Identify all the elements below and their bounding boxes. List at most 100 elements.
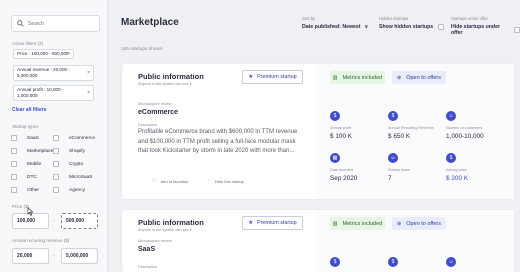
- dollar-icon: $: [330, 111, 340, 121]
- type-checkbox-mobile[interactable]: Mobile: [11, 161, 41, 167]
- premium-label: Premium startup: [257, 74, 297, 80]
- checkbox[interactable]: [11, 187, 17, 193]
- startup-card[interactable]: Public information Anyone in the system …: [122, 64, 514, 199]
- premium-startup-button[interactable]: ★ Premium startup: [242, 70, 303, 84]
- active-filters-label: Active filters (3): [12, 41, 44, 46]
- close-icon[interactable]: ×: [67, 51, 70, 57]
- premium-label: Premium startup: [257, 220, 297, 226]
- arr-label: Annual recurring revenue ($): [12, 238, 70, 243]
- premium-startup-button[interactable]: ★ Premium startup: [242, 216, 303, 230]
- chart-icon: ▥: [332, 74, 338, 81]
- hide-under-offer-toggle[interactable]: Hide startups under offer: [451, 24, 520, 36]
- sort-select[interactable]: Date published: Newest ∨: [302, 24, 368, 30]
- dollar-icon: $: [388, 111, 398, 121]
- checkbox[interactable]: [53, 148, 59, 154]
- main-content: Marketplace Sort by Date published: Newe…: [108, 0, 520, 272]
- open-to-offers-badge: ⊕ Open to offers: [392, 217, 446, 230]
- close-icon[interactable]: ×: [87, 90, 90, 96]
- dollar-icon: $: [446, 153, 456, 163]
- price-max-input[interactable]: 500,000: [61, 213, 98, 229]
- metric-label: Annual profit: [330, 126, 352, 130]
- metrics-panel: ▥ Metrics included ⊕ Open to offers $ $ ☺: [316, 210, 514, 272]
- search-input[interactable]: [28, 20, 98, 27]
- metric-value: $ 650 K: [388, 133, 411, 140]
- handshake-icon: ⊕: [397, 220, 402, 227]
- startup-types-label: Startup types: [12, 124, 39, 129]
- metric-label: Asking price: [446, 168, 467, 172]
- checkbox-label: Shopify: [69, 148, 85, 154]
- metric-annual-profit: $ Annual profit $ 100 K: [330, 111, 394, 140]
- metric-value: Sep 2020: [330, 175, 358, 182]
- startups-count: 165 startups shown: [121, 47, 163, 52]
- open-to-offers-badge: ⊕ Open to offers: [392, 71, 446, 84]
- metrics-panel: ▥ Metrics included ⊕ Open to offers $ Annua…: [316, 64, 514, 199]
- checkbox[interactable]: [11, 148, 17, 154]
- chevron-down-icon: ∨: [364, 24, 369, 30]
- type-checkbox-crypto[interactable]: Crypto: [53, 161, 83, 167]
- search-icon: [17, 20, 24, 27]
- checkbox[interactable]: [438, 24, 445, 30]
- hide-label: Hide this startup: [214, 178, 244, 184]
- metric-value: 1,000-10,000: [446, 133, 484, 140]
- users-icon: ☺: [446, 111, 456, 121]
- arr-max-input[interactable]: 5,000,000: [61, 248, 98, 264]
- team-icon: ☺: [388, 153, 398, 163]
- filter-chip-profit[interactable]: Annual profit : 10,000 - 1,000,000 ×: [13, 85, 94, 101]
- type-checkbox-marketplace[interactable]: Marketplace: [11, 148, 53, 154]
- public-info-panel: Public information Anyone in the system …: [122, 64, 312, 199]
- close-icon[interactable]: ×: [87, 70, 90, 76]
- metric-placeholder: ☺: [446, 257, 510, 267]
- type-checkbox-microsaas[interactable]: MicroSaaS: [53, 174, 92, 180]
- metric-label: Startup team: [388, 168, 410, 172]
- type-checkbox-ecommerce[interactable]: eCommerce: [53, 135, 95, 141]
- type-label: Microacquire review: [138, 102, 172, 106]
- filter-chip-revenue[interactable]: Annual revenue : 20,000 - 5,000,000 ×: [13, 65, 94, 81]
- checkbox[interactable]: [53, 161, 59, 167]
- dollar-icon: $: [388, 257, 398, 267]
- checkbox-label: Other: [27, 187, 39, 193]
- checkbox[interactable]: [11, 135, 17, 141]
- description-label: Description: [138, 123, 157, 127]
- checkbox-label: Marketplace: [27, 148, 54, 154]
- show-hidden-toggle[interactable]: Show hidden startups: [379, 24, 445, 30]
- hide-startup-button[interactable]: ◌ Hide this startup: [208, 178, 244, 184]
- type-checkbox-other[interactable]: Other: [11, 187, 39, 193]
- clear-filters-link[interactable]: Clear all filters: [12, 107, 46, 113]
- filter-chip-label: Price : 100,000 - 500,000: [17, 51, 69, 56]
- hidden-startups-label: Hidden startups: [379, 16, 409, 21]
- checkbox[interactable]: [11, 174, 17, 180]
- filter-chip-price[interactable]: Price : 100,000 - 500,000 ×: [13, 49, 74, 59]
- checkbox[interactable]: [53, 135, 59, 141]
- chart-icon: ▥: [332, 220, 338, 227]
- checkbox[interactable]: [53, 187, 59, 193]
- arr-min-input[interactable]: 20,000: [12, 248, 49, 264]
- checkbox[interactable]: [53, 174, 59, 180]
- eye-off-icon: ◌: [208, 178, 211, 184]
- under-offer-label: Startups under offer: [451, 16, 488, 21]
- filter-chip-label-2: 5,000,000: [17, 73, 38, 78]
- type-checkbox-shopify[interactable]: Shopify: [53, 148, 85, 154]
- type-label: Microacquire review: [138, 239, 172, 243]
- public-info-title: Public information: [138, 218, 204, 227]
- mouse-cursor-icon: [27, 207, 34, 216]
- badge-label: Metrics included: [342, 74, 383, 81]
- startup-card[interactable]: Public information Anyone in the system …: [122, 210, 514, 272]
- type-checkbox-dtc[interactable]: DTC: [11, 174, 37, 180]
- checkbox[interactable]: [11, 161, 17, 167]
- checkbox[interactable]: [514, 27, 520, 33]
- metric-team: ☺ Startup team 7: [388, 153, 452, 182]
- type-checkbox-saas[interactable]: SaaS: [11, 135, 39, 141]
- checkbox-label: Agency: [69, 187, 85, 193]
- checkbox-label: Crypto: [69, 161, 84, 167]
- type-checkbox-agency[interactable]: Agency: [53, 187, 85, 193]
- add-favorites-button[interactable]: ♡ Add to favorites: [152, 178, 188, 184]
- star-icon: ★: [248, 220, 254, 226]
- page-title: Marketplace: [121, 17, 179, 28]
- metric-placeholder: $: [330, 257, 394, 267]
- startup-type: SaaS: [138, 246, 156, 253]
- metric-value: $ 100 K: [330, 133, 353, 140]
- sort-label: Sort by: [302, 16, 316, 21]
- badge-label: Open to offers: [406, 220, 441, 227]
- search-field[interactable]: [11, 15, 100, 32]
- public-info-panel: Public information Anyone in the system …: [122, 210, 312, 272]
